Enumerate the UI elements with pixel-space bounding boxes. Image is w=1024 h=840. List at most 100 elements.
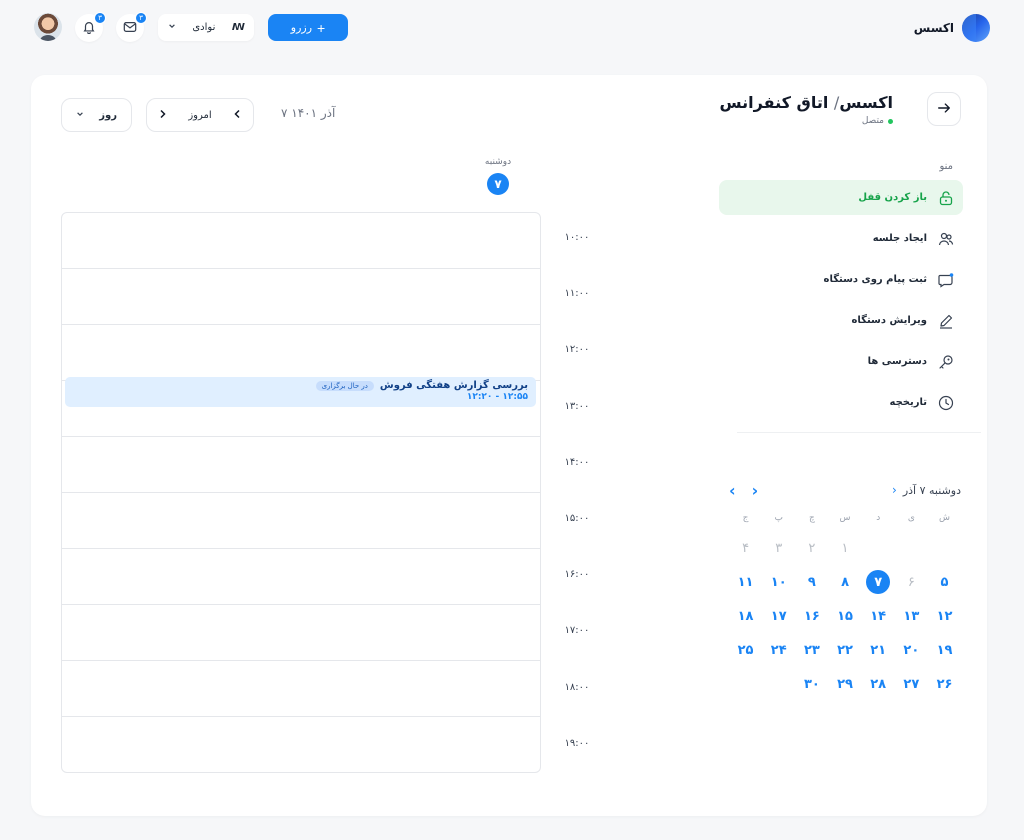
calendar-day[interactable]: ۲۵ <box>729 633 762 667</box>
calendar-day[interactable]: ۱۳ <box>895 599 928 633</box>
calendar-day[interactable]: ۱۷ <box>762 599 795 633</box>
event-title: بررسی گزارش هفتگی فروش <box>379 380 528 391</box>
brand-logo <box>962 14 990 42</box>
chevron-down-icon <box>168 22 176 33</box>
menu-item-history[interactable]: تاریخچه <box>719 385 963 420</box>
weekday-label: پ <box>774 513 783 523</box>
calendar-event[interactable]: بررسی گزارش هفتگی فروش در حال برگزاری ۱۲… <box>65 377 536 407</box>
calendar-day[interactable]: ۲۶ <box>928 667 961 701</box>
calendar-day-number: ۲۵ <box>737 642 754 658</box>
account-select[interactable]: نوادی ꟿ <box>158 14 254 41</box>
calendar-day-number: ۴ <box>742 540 750 556</box>
calendar-day[interactable]: ۱۵ <box>829 599 862 633</box>
time-slot[interactable] <box>62 549 540 605</box>
brand-name: اکسس <box>913 21 954 35</box>
calendar-day[interactable]: ۳۰ <box>795 667 828 701</box>
brand[interactable]: اکسس <box>914 14 990 42</box>
chevron-down-icon <box>76 110 84 121</box>
calendar-day-number: ۱۵ <box>837 608 853 624</box>
time-slot[interactable] <box>62 493 540 549</box>
calendar-day[interactable]: ۳ <box>762 531 795 565</box>
time-slot[interactable] <box>62 605 540 661</box>
mail-button[interactable]: ۳ <box>116 12 147 42</box>
event-time: ۱۲:۵۵ - ۱۲:۲۰ <box>466 392 528 402</box>
time-slot[interactable] <box>62 437 540 493</box>
back-button[interactable] <box>927 92 961 126</box>
calendar-day-number: ۲۸ <box>870 676 887 692</box>
mini-calendar-nav: ‹ › <box>729 481 758 500</box>
calendar-day[interactable]: ۱۱ <box>729 565 762 599</box>
day-number[interactable]: ۷ <box>487 173 509 195</box>
date-navigation: امروز <box>146 98 254 132</box>
menu-item-device-message[interactable]: ثبت پیام روی دستگاه <box>719 262 963 297</box>
time-label: ۱۹:۰۰ <box>564 737 590 749</box>
weekday-label: ج <box>742 513 749 523</box>
time-slot[interactable] <box>62 213 540 269</box>
calendar-day[interactable]: ۲۹ <box>829 667 862 701</box>
calendar-day[interactable]: ۲۳ <box>795 633 828 667</box>
time-slot[interactable] <box>62 717 540 772</box>
next-day-icon[interactable] <box>159 109 167 122</box>
calendar-day[interactable]: ۵ <box>928 565 961 599</box>
weekday-label: چ <box>808 513 815 523</box>
calendar-day[interactable]: ۱۴ <box>862 599 895 633</box>
calendar-day-selected[interactable]: ۷ <box>862 565 895 599</box>
calendar-day[interactable]: ۲۴ <box>762 633 795 667</box>
calendar-day-number: ۱۸ <box>737 608 754 624</box>
menu-item-create-meeting[interactable]: ایجاد جلسه <box>719 221 963 256</box>
calendar-day[interactable]: ۱۹ <box>928 633 961 667</box>
calendar-day-number: ۱۹ <box>936 642 953 658</box>
page-title: اکسس/ اتاق کنفرانس <box>720 93 893 112</box>
calendar-day[interactable]: ۸ <box>829 565 862 599</box>
calendar-day[interactable]: ۲۱ <box>862 633 895 667</box>
calendar-day[interactable]: ۱ <box>829 531 862 565</box>
view-select[interactable]: روز <box>61 98 132 132</box>
calendar-day[interactable]: ۶ <box>895 565 928 599</box>
key-icon <box>937 353 955 371</box>
prev-day-icon[interactable] <box>233 109 241 122</box>
notifications-button[interactable]: ۳ <box>75 12 106 42</box>
calendar-day[interactable]: ۱۸ <box>729 599 762 633</box>
calendar-day-number: ۲ <box>808 540 816 556</box>
calendar-day[interactable]: ۲۷ <box>895 667 928 701</box>
calendar-day[interactable]: ۱۰ <box>762 565 795 599</box>
unlock-icon <box>937 189 955 207</box>
menu-item-label: ویرایش دستگاه <box>851 315 927 326</box>
calendar-day[interactable]: ۲۸ <box>862 667 895 701</box>
mini-calendar-title[interactable]: › دوشنبه ۷ آذر <box>892 483 961 497</box>
message-icon <box>937 271 955 289</box>
today-button[interactable]: امروز <box>188 110 211 121</box>
chevron-left-icon[interactable]: ‹ <box>729 481 736 500</box>
menu-item-access[interactable]: دسترسی ها <box>719 344 963 379</box>
calendar-day[interactable]: ۹ <box>795 565 828 599</box>
calendar-day-number: ۲۶ <box>936 676 953 692</box>
time-slot[interactable] <box>62 269 540 325</box>
menu-divider <box>737 432 981 433</box>
account-logo-icon: ꟿ <box>231 22 245 33</box>
menu-item-edit-device[interactable]: ویرایش دستگاه <box>719 303 963 338</box>
menu-item-unlock[interactable]: باز کردن قفل <box>719 180 963 215</box>
mini-calendar: ‹ › › دوشنبه ۷ آذر ش ی د س چ پ ج ۱ ۲ ۳ ۴ ۵ ۶ ۷ ۸ ۹ ۱۰ ۱۱ ۱… <box>729 475 961 701</box>
calendar-day-number: ۲۰ <box>903 642 920 658</box>
calendar-day-number: ۱۰ <box>770 574 787 590</box>
time-slot[interactable] <box>62 661 540 717</box>
day-grid[interactable] <box>61 212 541 773</box>
calendar-day[interactable]: ۱۲ <box>928 599 961 633</box>
time-label: ۱۱:۰۰ <box>564 288 590 300</box>
calendar-day-number: ۷ <box>866 570 891 594</box>
time-slot[interactable] <box>62 325 540 381</box>
chevron-right-icon[interactable]: › <box>752 481 759 500</box>
calendar-day[interactable]: ۲ <box>795 531 828 565</box>
calendar-day[interactable]: ۲۰ <box>895 633 928 667</box>
calendar-day[interactable]: ۱۶ <box>795 599 828 633</box>
calendar-day-number: ۳۰ <box>803 676 820 692</box>
calendar-day[interactable]: ۲۲ <box>829 633 862 667</box>
user-avatar[interactable] <box>34 13 62 41</box>
title-prefix: اکسس <box>839 93 893 112</box>
calendar-day-number: ۸ <box>841 574 849 590</box>
calendar-day[interactable]: ۴ <box>729 531 762 565</box>
calendar-day-number: ۱۲ <box>936 608 953 624</box>
time-label: ۱۳:۰۰ <box>564 400 590 412</box>
reserve-button[interactable]: رزرو + <box>268 14 348 41</box>
reserve-label: رزرو <box>290 22 313 34</box>
